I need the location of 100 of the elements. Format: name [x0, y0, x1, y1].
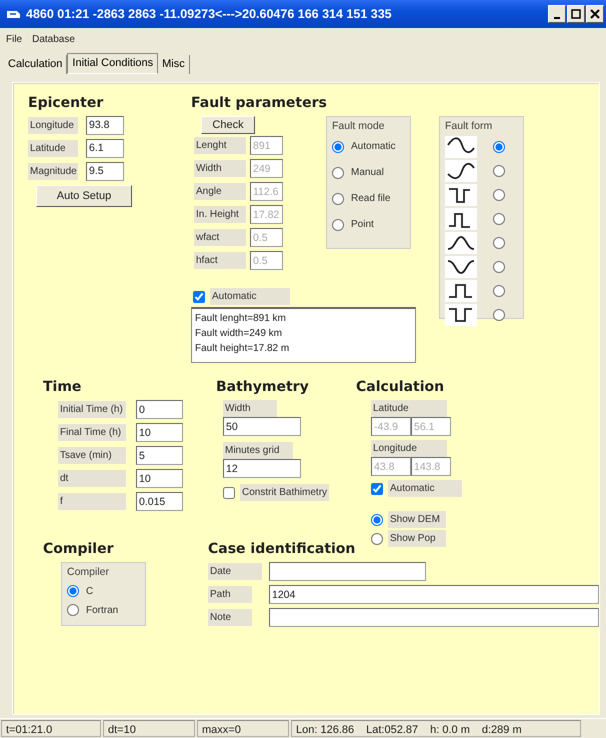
menu-item[interactable]: Database	[32, 32, 75, 47]
field-label: Latitude	[371, 400, 447, 417]
status-text: Lat:052.87	[366, 723, 418, 735]
menu-item[interactable]: File	[6, 32, 22, 47]
text-field[interactable]: 1204	[269, 585, 599, 604]
text-field[interactable]: 0	[136, 400, 183, 419]
radio-button[interactable]	[67, 585, 79, 598]
radio-button[interactable]	[493, 309, 505, 322]
radio-button[interactable]	[371, 532, 383, 544]
checkbox[interactable]	[371, 482, 383, 494]
waveform-icon	[445, 160, 477, 182]
waveform-icon	[445, 256, 477, 278]
field-label: Minutes grid	[223, 442, 293, 459]
option-label: Point	[350, 218, 375, 232]
section-heading: Compiler	[43, 541, 114, 558]
radio-button[interactable]	[493, 285, 505, 298]
field-label: Initial Time (h)	[58, 401, 126, 418]
radio-button[interactable]	[371, 514, 383, 526]
summary-line: Fault width=249 km	[195, 327, 283, 341]
section-heading: Time	[43, 379, 82, 396]
window-title: 4860 01:21 -2863 2863 -11.09273<--->20.60476 166 314 151 335	[26, 6, 393, 23]
status-panel: dt=10	[103, 720, 195, 737]
waveform-icon	[445, 304, 477, 326]
radio-button[interactable]	[493, 189, 505, 202]
tab[interactable]: Misc	[158, 55, 190, 74]
section-heading: Calculation	[356, 379, 446, 396]
field-label: wfact	[194, 229, 246, 246]
maximize-icon	[571, 9, 581, 19]
text-field[interactable]	[269, 608, 599, 627]
status-panel: maxx=0	[197, 720, 289, 737]
group-legend: Fault form	[445, 118, 492, 134]
text-field[interactable]	[269, 562, 426, 581]
text-field[interactable]: 93.8	[86, 116, 124, 134]
summary-text-area[interactable]: Fault lenght=891 km Fault width=249 km Fault height=17.82 m	[191, 307, 416, 363]
summary-line: Fault height=17.82 m	[195, 342, 290, 356]
waveform-icon	[445, 184, 477, 206]
field-label: f	[58, 493, 126, 510]
field-label: In. Height	[194, 206, 246, 223]
field-label: Angle	[194, 183, 246, 200]
radio-button[interactable]	[332, 192, 344, 205]
radio-button[interactable]	[493, 213, 505, 226]
field-label: Magnitude	[28, 162, 78, 180]
section-heading: Bathymetry	[216, 379, 310, 396]
text-field[interactable]: 50	[223, 417, 301, 436]
option-label: Automatic	[350, 140, 396, 154]
field-label: Date	[208, 563, 262, 580]
close-icon	[590, 9, 600, 19]
maximize-button[interactable]	[567, 5, 585, 23]
radio-button[interactable]	[493, 141, 505, 154]
text-field[interactable]: 0.015	[136, 492, 183, 511]
status-text: d:289 m	[482, 723, 522, 735]
field-label: Lenght	[194, 137, 246, 154]
minimize-button[interactable]	[548, 5, 566, 23]
close-button[interactable]	[586, 5, 604, 23]
option-label: Show DEM	[388, 511, 446, 528]
section-heading: Fault parameters	[191, 94, 328, 112]
radio-button[interactable]	[493, 261, 505, 274]
waveform-icon	[445, 136, 477, 158]
field-label: Width	[194, 160, 246, 177]
minimize-icon	[554, 17, 560, 19]
group-legend: Fault mode	[332, 118, 385, 134]
option-label: Fortran	[85, 604, 120, 618]
field-label: dt	[58, 470, 126, 487]
waveform-icon	[445, 232, 477, 254]
status-text: Lon: 126.86	[296, 723, 354, 735]
field-label: Tsave (min)	[58, 447, 126, 464]
text-field[interactable]: 10	[136, 423, 183, 442]
field-label: Latitude	[28, 140, 78, 156]
section-heading: Case identification	[208, 541, 356, 558]
checkbox[interactable]	[223, 486, 235, 498]
radio-button[interactable]	[493, 165, 505, 178]
radio-button[interactable]	[67, 604, 79, 616]
text-field[interactable]: 12	[223, 459, 301, 478]
field-label: Note	[208, 609, 252, 626]
option-label: C	[85, 584, 94, 599]
option-label: Automatic	[388, 480, 462, 497]
field-label: Longitude	[28, 116, 78, 134]
field-label: Path	[208, 586, 252, 603]
text-field[interactable]: 6.1	[86, 138, 124, 158]
radio-button[interactable]	[332, 218, 344, 231]
field-label: Final Time (h)	[58, 424, 126, 441]
option-label: Constrit Bathimetry	[240, 484, 330, 501]
text-field[interactable]: 5	[136, 446, 183, 465]
waveform-icon	[445, 280, 477, 302]
radio-button[interactable]	[332, 166, 344, 179]
waveform-icon	[445, 208, 477, 230]
tab[interactable]: Initial Conditions	[67, 53, 158, 74]
text-field[interactable]: 9.5	[86, 162, 124, 180]
check-button[interactable]: Check	[201, 116, 255, 134]
field-label: hfact	[194, 252, 246, 269]
radio-button[interactable]	[493, 237, 505, 250]
auto-setup-button[interactable]: Auto Setup	[36, 184, 132, 207]
text-field[interactable]: 10	[136, 469, 183, 488]
group-legend: Compiler	[67, 565, 110, 581]
radio-button[interactable]	[332, 140, 344, 153]
summary-line: Fault lenght=891 km	[195, 312, 287, 326]
option-label: Show Pop	[388, 530, 446, 547]
checkbox[interactable]	[193, 290, 205, 302]
app-icon	[6, 8, 20, 20]
option-label: Automatic	[210, 288, 290, 305]
